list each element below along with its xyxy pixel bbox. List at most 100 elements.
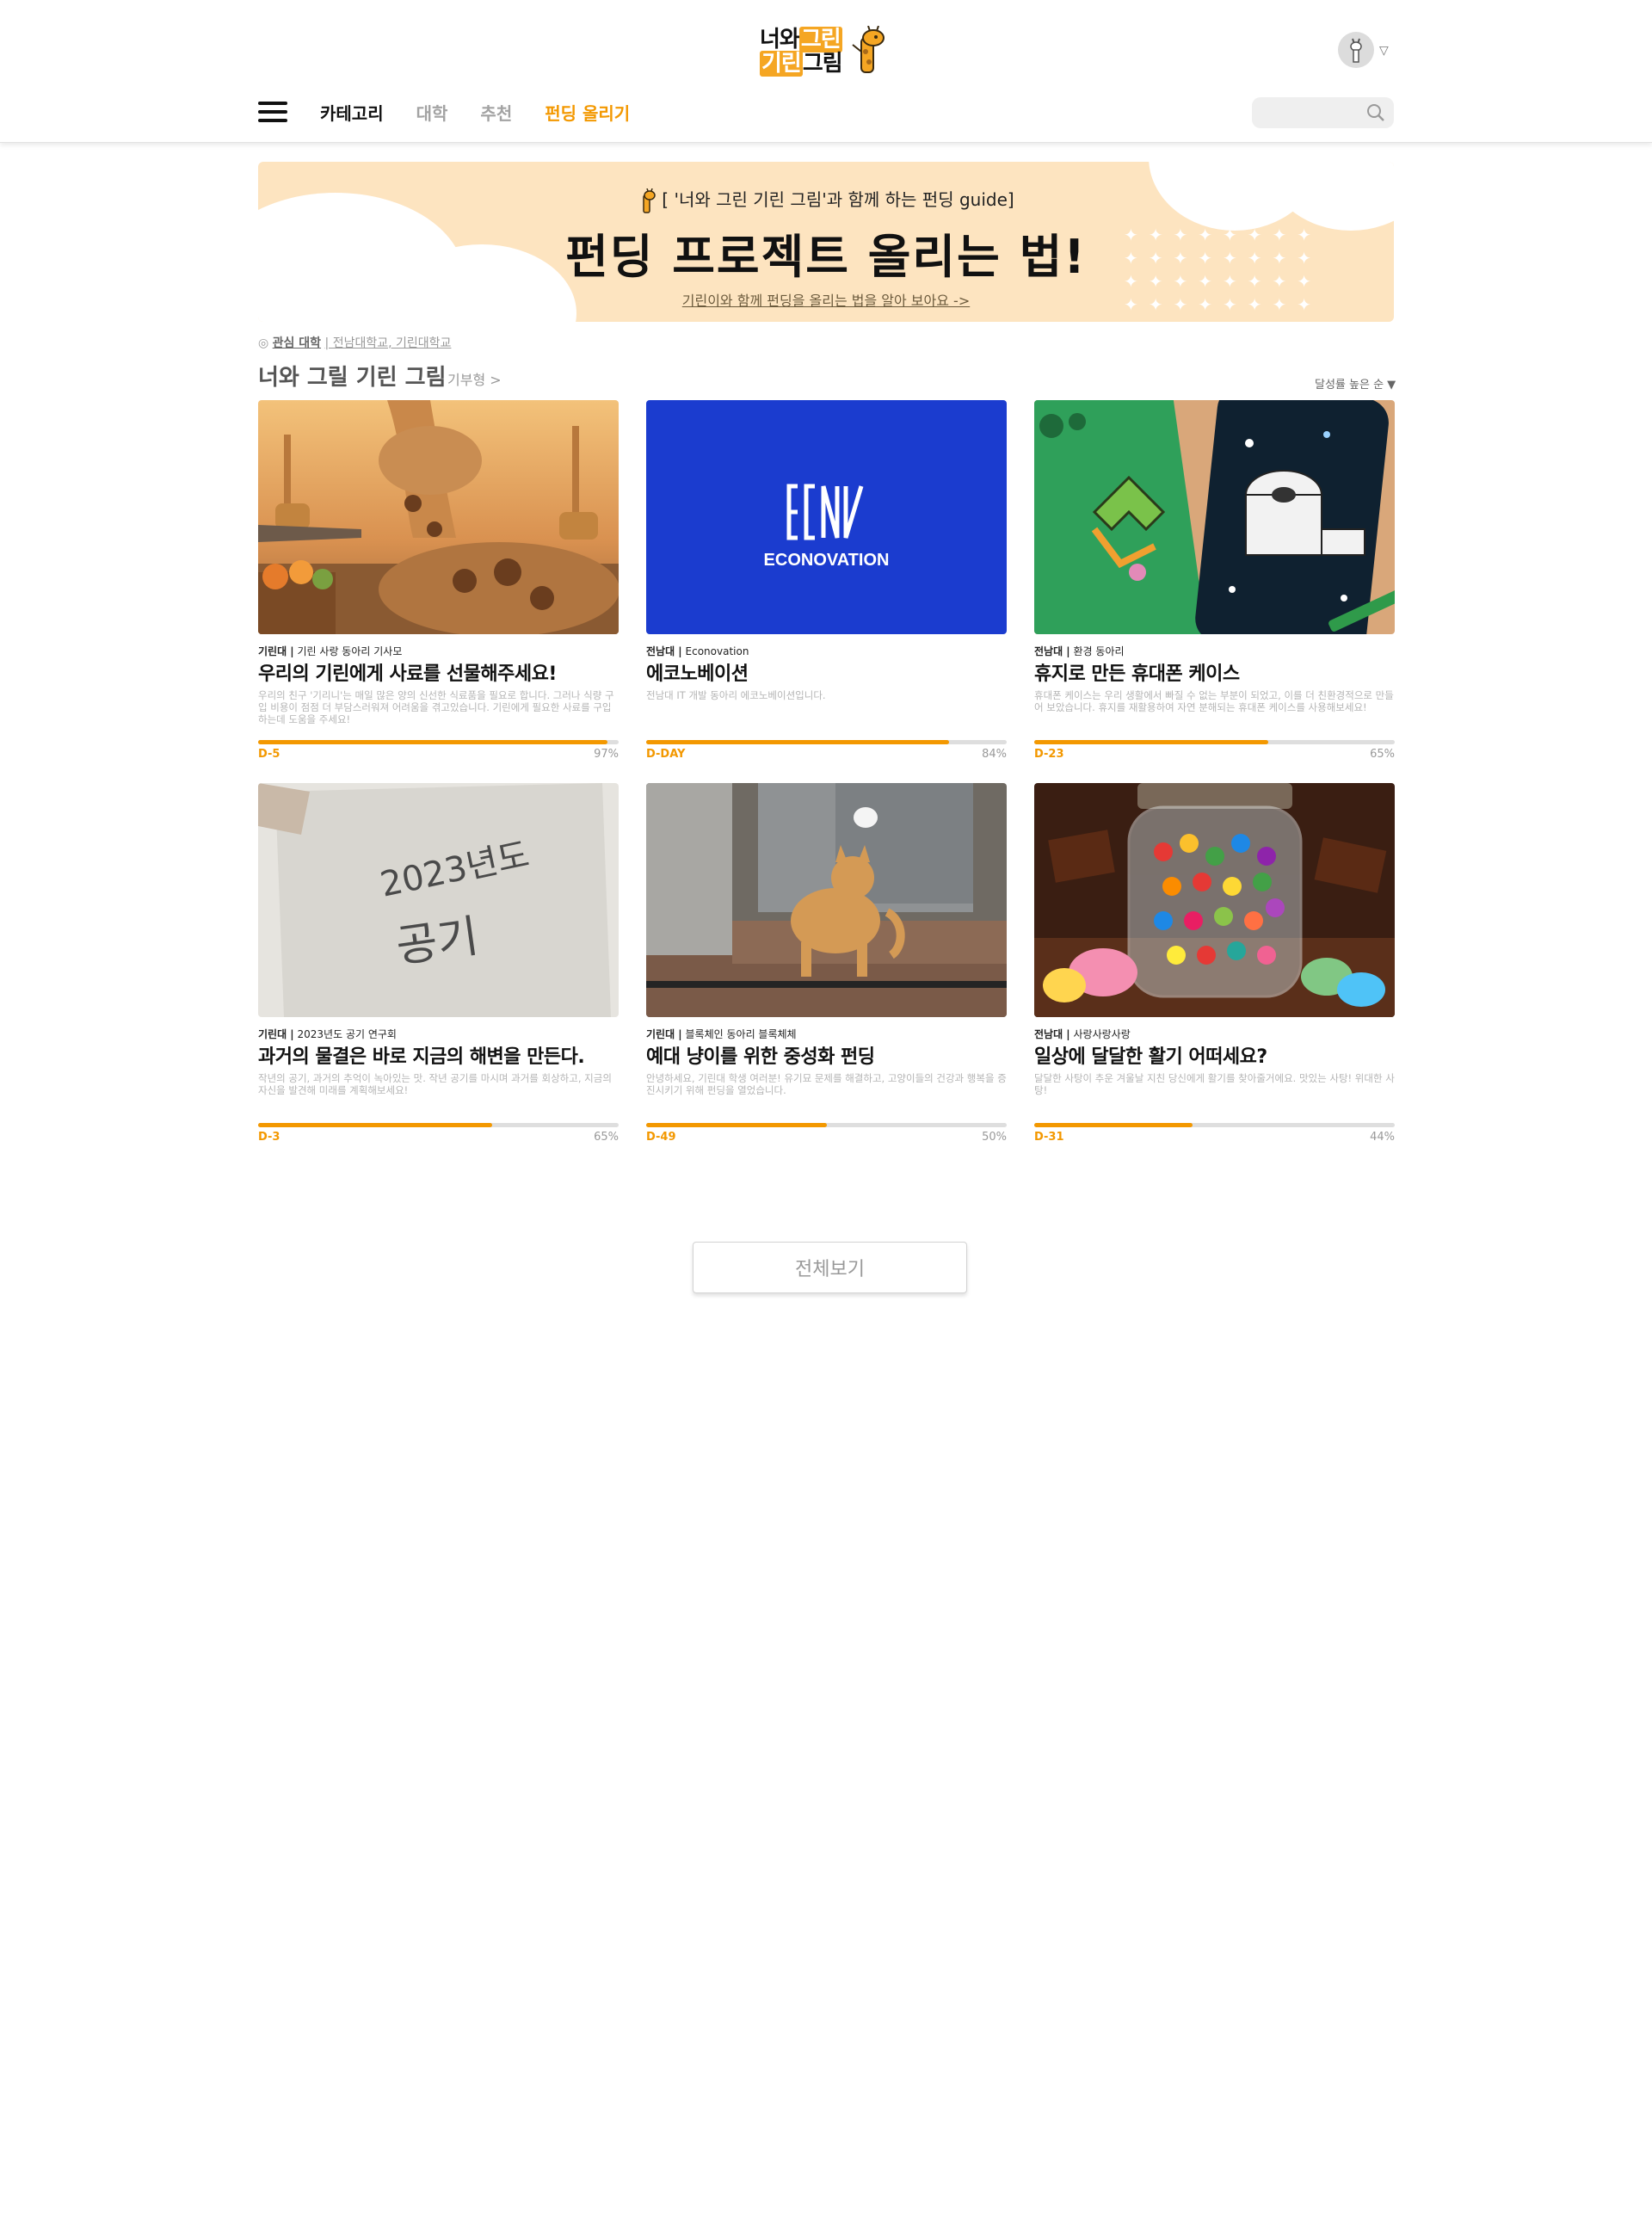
interest-bullet: ◎ [258,336,273,350]
card-title[interactable]: 에코노베이션 [646,658,1016,686]
nav-item-university[interactable]: 대학 [416,100,448,125]
funding-card[interactable]: 2023년도 공기 기린대 | 2023년도 공기 연구회 과거의 물결은 바로… [258,783,619,1144]
interest-schools[interactable]: | 전남대학교, 기린대학교 [325,336,452,350]
progress-fill [646,740,949,744]
card-image-cat[interactable] [646,783,1007,1017]
card-title[interactable]: 예대 냥이를 위한 중성화 펀딩 [646,1041,1016,1069]
sort-dropdown[interactable]: 달성률 높은 순 ▼ [1315,375,1396,392]
interest-university: ◎ 관심 대학 | 전남대학교, 기린대학교 [258,334,451,351]
d-day-label: D-31 [1034,1131,1064,1144]
section-category-link[interactable]: 기부형 > [447,368,502,389]
card-meta: 전남대 | Econovation [646,644,749,658]
d-day-label: D-49 [646,1131,676,1144]
card-image-giraffe[interactable] [258,400,619,634]
percent-label: 65% [594,1131,619,1144]
card-image-phone-case[interactable] [1034,400,1395,634]
site-logo[interactable]: 너와그린 기린그림 [760,26,889,77]
econovation-logo-icon [786,484,864,540]
progress-fill [258,740,608,744]
d-day-label: D-DAY [646,748,686,761]
card-description: 안녕하세요, 기린대 학생 여러분! 유기묘 문제를 해결하고, 고양이들의 건… [646,1072,1007,1096]
banner-guide-label: [ '너와 그린 기린 그림'과 함께 하는 펀딩 guide] [662,189,1014,210]
percent-label: 50% [982,1131,1007,1144]
search-input[interactable] [1261,101,1355,125]
avatar[interactable] [1338,32,1374,68]
progress-bar [646,740,1007,744]
funding-card[interactable]: 기린대 | 기린 사랑 동아리 기사모 우리의 기린에게 사료를 선물해주세요!… [258,400,619,762]
logo-line-1: 너와그린 [760,27,842,52]
nav-item-category[interactable]: 카테고리 [320,100,384,125]
card-school: 기린대 | [646,1028,682,1040]
search-box [1252,97,1394,128]
logo-text-d: 그림 [802,51,843,77]
logo-text-a: 너와 [760,27,800,52]
card-image-econovation[interactable]: ECONOVATION [646,400,1007,634]
interest-label[interactable]: 관심 대학 [273,336,321,350]
progress-fill [646,1123,827,1127]
funding-guide-banner[interactable]: ✦ ✦ ✦ ✦ ✦ ✦ ✦ ✦ ✦ ✦ ✦ ✦ ✦ ✦ ✦ ✦ ✦ ✦ ✦ ✦ ✦ ✦ ✦ ✦ ✦ ✦ ✦ ✦ ✦ ✦ ✦ ✦ [ '너… [258,162,1394,322]
card-image-air-bag[interactable]: 2023년도 공기 [258,783,619,1017]
card-club: 기린 사랑 동아리 기사모 [297,645,403,657]
main-nav: 카테고리 대학 추천 펀딩 올리기 [258,95,663,129]
progress-fill [258,1123,493,1127]
progress-bar [258,740,619,744]
banner-guide-text: [ '너와 그린 기린 그림'과 함께 하는 펀딩 guide] [258,186,1394,214]
card-school: 전남대 | [646,645,682,657]
hamburger-menu-icon[interactable] [258,102,287,122]
card-club: 2023년도 공기 연구회 [297,1028,397,1040]
card-title[interactable]: 과거의 물결은 바로 지금의 해변을 만든다. [258,1041,628,1069]
d-day-label: D-5 [258,748,280,761]
card-school: 기린대 | [258,645,294,657]
logo-text-b: 그린 [798,27,842,52]
card-club: 블록체인 동아리 블록체체 [685,1028,797,1040]
logo-text-c: 기린 [760,51,803,77]
giraffe-icon [643,188,656,213]
giraffe-avatar-icon [1350,38,1362,63]
nav-item-recommend[interactable]: 추천 [480,100,512,125]
econovation-logo-text: ECONOVATION [764,551,890,570]
d-day-label: D-3 [258,1131,280,1144]
percent-label: 84% [982,748,1007,761]
card-title[interactable]: 휴지로 만든 휴대폰 케이스 [1034,658,1404,686]
progress-bar [1034,740,1395,744]
funding-card[interactable]: 기린대 | 블록체인 동아리 블록체체 예대 냥이를 위한 중성화 펀딩 안녕하… [646,783,1007,1144]
card-description: 작년의 공기, 과거의 추억이 녹아있는 맛. 작년 공기를 마시며 과거를 회… [258,1072,612,1096]
funding-card[interactable]: 전남대 | 사랑사랑사랑 일상에 달달한 활기 어떠세요? 달달한 사탕이 추운… [1034,783,1395,1144]
progress-bar [646,1123,1007,1127]
user-menu[interactable]: ▽ [1338,32,1390,68]
card-club: Econovation [685,645,749,657]
section-title: 너와 그릴 기린 그림 [258,365,447,391]
card-meta: 기린대 | 기린 사랑 동아리 기사모 [258,644,402,658]
card-description: 휴대폰 케이스는 우리 생활에서 빠질 수 없는 부분이 되었고, 이를 더 친… [1034,689,1394,713]
banner-link[interactable]: 기린이와 함께 펀딩을 올리는 법을 알아 보아요 -> [258,289,1394,310]
nav-item-upload-funding[interactable]: 펀딩 올리기 [545,100,630,125]
progress-bar [258,1123,619,1127]
card-school: 전남대 | [1034,645,1070,657]
percent-label: 44% [1370,1131,1395,1144]
card-meta: 기린대 | 블록체인 동아리 블록체체 [646,1027,797,1041]
card-title[interactable]: 일상에 달달한 활기 어떠세요? [1034,1041,1404,1069]
card-description: 달달한 사탕이 추운 겨울날 지친 당신에게 활기를 찾아줄거에요. 맛있는 사… [1034,1072,1395,1096]
chevron-down-icon[interactable]: ▽ [1379,44,1389,58]
percent-label: 97% [594,748,619,761]
card-club: 사랑사랑사랑 [1073,1028,1131,1040]
progress-bar [1034,1123,1395,1127]
view-all-button[interactable]: 전체보기 [693,1242,967,1293]
banner-title: 펀딩 프로젝트 올리는 법! [565,230,1087,284]
logo-line-2: 기린그림 [760,51,843,77]
card-meta: 전남대 | 환경 동아리 [1034,644,1125,658]
percent-label: 65% [1370,748,1395,761]
card-description: 우리의 친구 '기리니'는 매일 많은 양의 신선한 식료품을 필요로 합니다.… [258,689,614,725]
card-club: 환경 동아리 [1073,645,1125,657]
search-icon[interactable] [1366,103,1385,122]
progress-fill [1034,1123,1193,1127]
d-day-label: D-23 [1034,748,1064,761]
funding-card[interactable]: 전남대 | 환경 동아리 휴지로 만든 휴대폰 케이스 휴대폰 케이스는 우리 … [1034,400,1395,762]
progress-fill [1034,740,1269,744]
card-image-candy-jar[interactable] [1034,783,1395,1017]
giraffe-logo-icon [852,26,885,73]
funding-card[interactable]: ECONOVATION 전남대 | Econovation 에코노베이션 전남대… [646,400,1007,762]
card-title[interactable]: 우리의 기린에게 사료를 선물해주세요! [258,658,628,686]
card-description: 전남대 IT 개발 동아리 에코노베이션입니다. [646,689,826,701]
card-meta: 전남대 | 사랑사랑사랑 [1034,1027,1131,1041]
